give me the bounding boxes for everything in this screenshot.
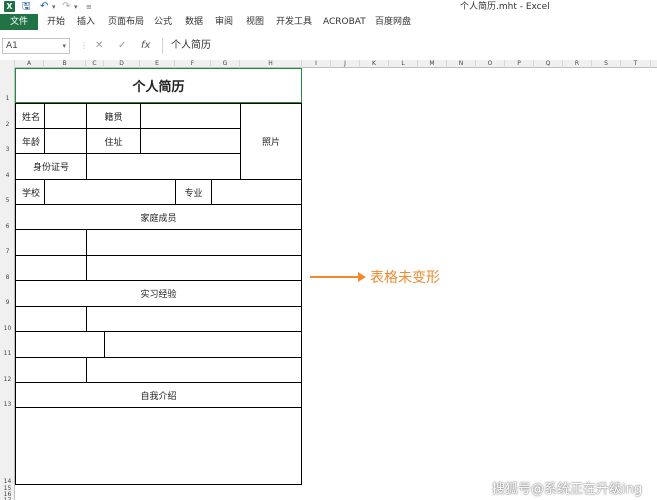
column-header-n[interactable]: N	[447, 60, 476, 68]
column-header-i[interactable]: I	[302, 60, 331, 68]
row-header-2[interactable]: 2	[0, 121, 15, 129]
select-all-corner[interactable]	[0, 60, 15, 68]
row-header-13[interactable]: 13	[0, 401, 15, 409]
row-header-1[interactable]: 1	[0, 95, 15, 103]
arrow-right-icon	[358, 272, 366, 282]
column-header-g[interactable]: G	[211, 60, 240, 68]
tab-view[interactable]: 视图	[246, 14, 264, 30]
name-value-cell[interactable]	[44, 103, 87, 129]
column-header-d[interactable]: D	[104, 60, 140, 68]
redo-dropdown-icon[interactable]: ▾	[74, 0, 78, 14]
school-value-cell[interactable]	[44, 179, 176, 205]
row-header-strip	[0, 68, 15, 500]
column-header-h[interactable]: H	[240, 60, 302, 68]
age-label-cell[interactable]: 年龄	[15, 128, 45, 154]
row-header-11[interactable]: 11	[0, 350, 15, 358]
column-header-m[interactable]: M	[418, 60, 447, 68]
internship-row-1-right-cell[interactable]	[86, 306, 302, 332]
column-header-e[interactable]: E	[140, 60, 175, 68]
internship-row-2-right-cell[interactable]	[104, 331, 302, 358]
family-members-header-cell[interactable]: 家庭成员	[15, 204, 302, 230]
tab-data[interactable]: 数据	[185, 14, 203, 30]
column-header-p[interactable]: P	[505, 60, 534, 68]
tab-acrobat[interactable]: ACROBAT	[323, 14, 366, 30]
school-label-cell[interactable]: 学校	[15, 179, 45, 205]
chevron-down-icon[interactable]: ▾	[62, 39, 66, 53]
column-header-r[interactable]: R	[563, 60, 592, 68]
column-header-q[interactable]: Q	[534, 60, 563, 68]
photo-cell[interactable]: 照片	[240, 103, 302, 180]
address-value-cell[interactable]	[140, 128, 241, 154]
column-header-j[interactable]: J	[331, 60, 360, 68]
tab-insert[interactable]: 插入	[77, 14, 95, 30]
row-header-3[interactable]: 3	[0, 146, 15, 154]
internship-row-1-left-cell[interactable]	[15, 306, 87, 332]
internship-row-3-left-cell[interactable]	[15, 357, 87, 383]
family-row-2-left-cell[interactable]	[15, 255, 87, 281]
tab-baidu-netdisk[interactable]: 百度网盘	[375, 14, 411, 30]
redo-icon[interactable]: ↷	[62, 0, 70, 14]
id-number-label-cell[interactable]: 身份证号	[15, 153, 87, 180]
column-header-s[interactable]: S	[592, 60, 621, 68]
tab-formulas[interactable]: 公式	[154, 14, 172, 30]
annotation-text: 表格未变形	[370, 270, 440, 286]
column-header-a[interactable]: A	[15, 60, 44, 68]
row-header-8[interactable]: 8	[0, 274, 15, 282]
family-row-2-right-cell[interactable]	[86, 255, 302, 281]
id-number-value-cell[interactable]	[86, 153, 241, 180]
major-label-cell[interactable]: 专业	[175, 179, 212, 205]
family-row-1-right-cell[interactable]	[86, 229, 302, 256]
native-place-label-cell[interactable]: 籍贯	[86, 103, 141, 129]
row-header-9[interactable]: 9	[0, 299, 15, 307]
row-header-5[interactable]: 5	[0, 197, 15, 205]
name-box-value: A1	[6, 41, 18, 51]
row-header-6[interactable]: 6	[0, 223, 15, 231]
tab-file[interactable]: 文件	[0, 14, 38, 30]
column-header-f[interactable]: F	[175, 60, 211, 68]
column-header-t[interactable]: T	[621, 60, 651, 68]
tab-developer[interactable]: 开发工具	[276, 14, 312, 30]
major-value-cell[interactable]	[211, 179, 302, 205]
customize-qat-icon[interactable]: ≡	[86, 0, 92, 14]
internship-row-2-left-cell[interactable]	[15, 331, 105, 358]
internship-header-cell[interactable]: 实习经验	[15, 280, 302, 307]
excel-icon: X	[4, 1, 15, 12]
tab-review[interactable]: 审阅	[215, 14, 233, 30]
enter-icon[interactable]: ✓	[118, 38, 126, 54]
formula-input[interactable]: 个人简历	[162, 38, 657, 54]
column-header-k[interactable]: K	[360, 60, 389, 68]
name-label-cell[interactable]: 姓名	[15, 103, 45, 129]
row-header-4[interactable]: 4	[0, 172, 15, 180]
self-intro-content-cell[interactable]	[15, 407, 302, 485]
tab-page-layout[interactable]: 页面布局	[108, 14, 144, 30]
title-bar: X 🖫 ↶ ▾ ↷ ▾ ≡ 个人简历.mht - Excel	[0, 0, 657, 14]
family-row-1-left-cell[interactable]	[15, 229, 87, 256]
age-value-cell[interactable]	[44, 128, 87, 154]
save-icon[interactable]: 🖫	[22, 0, 31, 14]
address-label-cell[interactable]: 住址	[86, 128, 141, 154]
tab-home[interactable]: 开始	[47, 14, 65, 30]
ribbon-tabs: 文件 开始 插入 页面布局 公式 数据 审阅 视图 开发工具 ACROBAT 百…	[0, 14, 657, 30]
row-header-12[interactable]: 12	[0, 376, 15, 384]
internship-row-3-right-cell[interactable]	[86, 357, 302, 383]
column-header-l[interactable]: L	[389, 60, 418, 68]
column-header-o[interactable]: O	[476, 60, 505, 68]
formula-bar: A1 ▾ ⋮ ✕ ✓ fx 个人简历	[0, 38, 657, 55]
drag-handle-icon[interactable]: ⋮	[80, 41, 88, 51]
undo-dropdown-icon[interactable]: ▾	[52, 0, 56, 14]
column-header-c[interactable]: C	[86, 60, 104, 68]
cancel-icon[interactable]: ✕	[95, 38, 103, 54]
insert-function-icon[interactable]: fx	[141, 38, 150, 54]
self-intro-header-cell[interactable]: 自我介绍	[15, 382, 302, 408]
undo-icon[interactable]: ↶	[40, 0, 48, 14]
native-place-value-cell[interactable]	[140, 103, 241, 129]
name-box[interactable]: A1 ▾	[2, 38, 70, 54]
row-header-7[interactable]: 7	[0, 248, 15, 256]
annotation-arrow	[310, 276, 360, 278]
column-header-b[interactable]: B	[44, 60, 86, 68]
window-title: 个人简历.mht - Excel	[460, 2, 550, 12]
row-header-10[interactable]: 10	[0, 325, 15, 333]
watermark: 搜狐号@系统正在升级ing	[492, 482, 643, 497]
resume-title-cell[interactable]: 个人简历	[15, 68, 302, 103]
